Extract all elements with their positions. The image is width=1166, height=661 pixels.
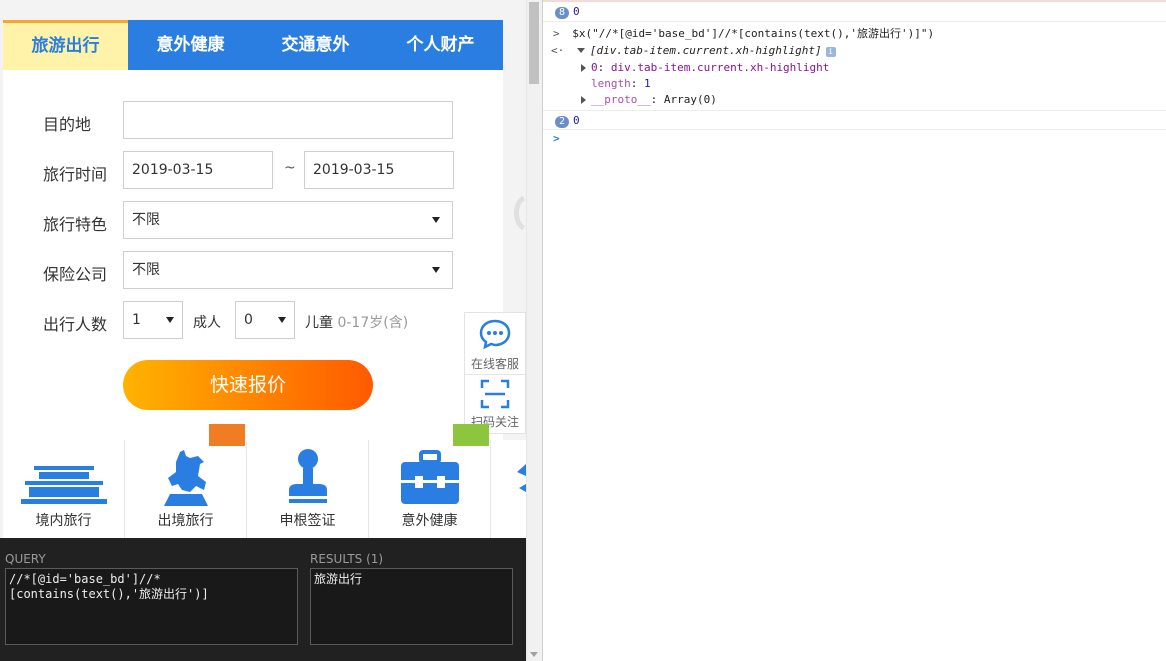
insurance-search-form: 旅游出行 意外健康 交通意外 个人财产 目的地 旅行时间 2019-03-15 … bbox=[3, 20, 503, 440]
travel-feature-value: 不限 bbox=[132, 212, 160, 228]
scrollbar-thumb[interactable] bbox=[529, 2, 539, 84]
dropdown-arrow-icon bbox=[432, 267, 440, 273]
divider bbox=[543, 21, 1166, 22]
dropdown-arrow-icon bbox=[278, 317, 286, 323]
repeat-count-badge: 2 bbox=[555, 116, 569, 128]
medical-kit-icon bbox=[400, 450, 459, 504]
category-label: 出境旅行 bbox=[157, 513, 214, 529]
partial-category-icon bbox=[517, 464, 526, 492]
insurer-select[interactable]: 不限 bbox=[123, 251, 453, 289]
proto-key: __proto__ bbox=[591, 93, 651, 106]
collapsed-triangle-icon[interactable] bbox=[581, 96, 586, 104]
destination-input[interactable] bbox=[123, 101, 453, 139]
travel-feature-select[interactable]: 不限 bbox=[123, 201, 453, 239]
tab-accident-health[interactable]: 意外健康 bbox=[128, 20, 253, 70]
result-proto[interactable]: __proto__: Array(0) bbox=[581, 93, 1166, 106]
console-value: 0 bbox=[573, 5, 580, 18]
devtools-console: 80 > $x("//*[@id='base_bd']//*[contains(… bbox=[542, 0, 1166, 661]
adults-unit: 成人 bbox=[193, 315, 221, 331]
results-title: RESULTS (1) bbox=[310, 552, 384, 566]
children-value: 0 bbox=[244, 312, 253, 328]
side-float-panel: 在线客服 扫码关注 bbox=[464, 312, 526, 434]
insurer-value: 不限 bbox=[132, 262, 160, 278]
tab-travel[interactable]: 旅游出行 bbox=[3, 20, 128, 70]
collapsed-triangle-icon[interactable] bbox=[581, 64, 586, 72]
proto-value: Array(0) bbox=[663, 93, 717, 106]
children-unit: 儿童 0-17岁(含) bbox=[305, 312, 408, 332]
qr-scan-icon bbox=[480, 379, 510, 409]
item-value: div.tab-item.current.xh-highlight bbox=[610, 61, 830, 74]
divider bbox=[543, 129, 1166, 130]
category-accident-health[interactable]: 意外健康 bbox=[369, 424, 491, 538]
dropdown-arrow-icon bbox=[166, 317, 174, 323]
item-key: 0 bbox=[591, 61, 598, 74]
stamp-icon bbox=[288, 449, 327, 503]
equestrian-statue-icon bbox=[163, 450, 208, 506]
xpath-helper-panel: QUERY //*[@id='base_bd']//*[contains(tex… bbox=[0, 538, 526, 661]
length-value: 1 bbox=[644, 77, 651, 90]
children-unit-text: 儿童 bbox=[305, 315, 333, 331]
console-value: 0 bbox=[573, 114, 580, 127]
travelers-label: 出行人数 bbox=[43, 315, 108, 334]
input-prompt-icon: > bbox=[553, 132, 560, 145]
palace-icon bbox=[20, 466, 107, 504]
destination-label: 目的地 bbox=[43, 115, 92, 134]
tab-traffic-accident[interactable]: 交通意外 bbox=[253, 20, 378, 70]
category-label: 申根签证 bbox=[279, 513, 336, 529]
command-prompt-icon: > bbox=[553, 27, 560, 40]
date-separator: ~ bbox=[284, 160, 296, 176]
divider bbox=[465, 374, 525, 375]
command-text: $x("//*[@id='base_bd']//*[contains(text(… bbox=[572, 27, 935, 40]
length-key: length bbox=[591, 77, 631, 90]
result-item-0[interactable]: 0: div.tab-item.current.xh-highlight bbox=[581, 61, 1166, 74]
background-decoration bbox=[512, 195, 526, 231]
web-page-viewport: 旅游出行 意外健康 交通意外 个人财产 目的地 旅行时间 2019-03-15 … bbox=[0, 0, 526, 661]
end-date-input[interactable]: 2019-03-15 bbox=[304, 151, 454, 189]
category-outbound-travel[interactable]: 出境旅行 bbox=[125, 424, 247, 538]
result-arrow-icon: <· bbox=[551, 44, 565, 57]
info-icon[interactable]: i bbox=[825, 47, 836, 57]
query-title: QUERY bbox=[5, 552, 46, 566]
console-result[interactable]: <· [div.tab-item.current.xh-highlight] i bbox=[551, 44, 1166, 57]
start-date-input[interactable]: 2019-03-15 bbox=[123, 151, 273, 189]
console-top-border bbox=[543, 0, 1166, 2]
repeat-count-badge: 8 bbox=[555, 7, 569, 19]
adults-select[interactable]: 1 bbox=[123, 301, 183, 339]
divider bbox=[543, 110, 1166, 111]
console-line-repeat-2: 20 bbox=[555, 114, 1166, 128]
category-strip: 境内旅行 出境旅行 申根签证 意外健康 bbox=[3, 424, 526, 538]
travel-feature-label: 旅行特色 bbox=[43, 215, 108, 234]
query-textarea[interactable]: //*[@id='base_bd']//*[contains(text(),'旅… bbox=[5, 568, 298, 645]
expand-triangle-icon[interactable] bbox=[576, 48, 585, 53]
hot-badge bbox=[209, 424, 245, 446]
page-scrollbar[interactable] bbox=[526, 0, 542, 661]
result-summary: [div.tab-item.current.xh-highlight] bbox=[589, 44, 822, 57]
children-select[interactable]: 0 bbox=[235, 301, 295, 339]
children-age-hint: 0-17岁(含) bbox=[337, 315, 409, 331]
dropdown-arrow-icon bbox=[432, 217, 440, 223]
tab-personal-property[interactable]: 个人财产 bbox=[378, 20, 503, 70]
category-label: 境内旅行 bbox=[35, 513, 92, 529]
console-line-repeat: 80 bbox=[555, 5, 1166, 19]
travel-time-label: 旅行时间 bbox=[43, 165, 108, 184]
chat-bubble-icon bbox=[479, 319, 511, 349]
results-textarea[interactable]: 旅游出行 bbox=[310, 568, 513, 645]
adults-value: 1 bbox=[132, 312, 141, 328]
product-tabs: 旅游出行 意外健康 交通意外 个人财产 bbox=[3, 20, 503, 70]
category-overflow bbox=[513, 462, 526, 502]
console-command-line[interactable]: > $x("//*[@id='base_bd']//*[contains(tex… bbox=[553, 25, 1166, 41]
scroll-down-arrow-icon[interactable] bbox=[530, 652, 538, 657]
category-schengen-visa[interactable]: 申根签证 bbox=[247, 440, 369, 538]
insurer-label: 保险公司 bbox=[43, 265, 108, 284]
category-label: 意外健康 bbox=[401, 513, 458, 529]
category-domestic-travel[interactable]: 境内旅行 bbox=[3, 440, 125, 538]
new-badge bbox=[453, 424, 489, 446]
console-input-prompt[interactable]: > bbox=[553, 132, 1166, 145]
online-service-label: 在线客服 bbox=[470, 357, 519, 371]
quick-quote-button[interactable]: 快速报价 bbox=[123, 360, 373, 410]
result-length: length: 1 bbox=[591, 77, 651, 90]
online-service-button[interactable]: 在线客服 bbox=[465, 317, 525, 373]
